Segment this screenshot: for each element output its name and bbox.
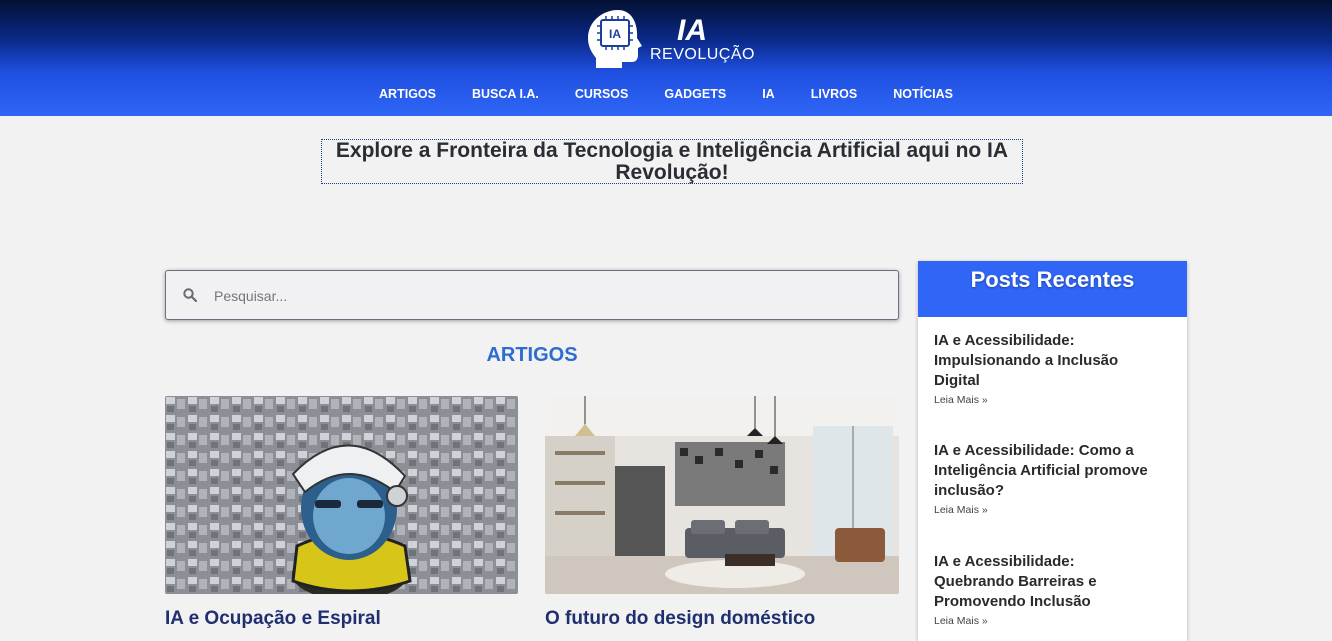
nav-item-noticias[interactable]: NOTÍCIAS (875, 84, 971, 106)
hero-line-2: Revolução! (615, 161, 729, 184)
nav-item-ia[interactable]: IA (744, 84, 793, 106)
nav-item-busca-ia[interactable]: BUSCA I.A. (454, 84, 557, 106)
article-image-living-room[interactable] (545, 396, 899, 594)
recent-post-item: IA e Acessibilidade: Quebrando Barreiras… (934, 552, 1156, 627)
ai-head-icon: IA (588, 10, 642, 68)
hero-heading: Explore a Fronteira da Tecnologia e Inte… (321, 139, 1023, 184)
read-more-link[interactable]: Leia Mais » (934, 504, 1156, 516)
recent-post-item: IA e Acessibilidade: Como a Inteligência… (934, 441, 1156, 516)
brand-name: REVOLUÇÃO (650, 46, 755, 63)
recent-post-title[interactable]: IA e Acessibilidade: Quebrando Barreiras… (934, 552, 1156, 612)
search-box (165, 270, 899, 320)
search-input[interactable] (212, 285, 876, 307)
recent-posts-heading: Posts Recentes (918, 261, 1187, 317)
nav-item-livros[interactable]: LIVROS (793, 84, 876, 106)
read-more-link[interactable]: Leia Mais » (934, 394, 1156, 406)
article-title-1[interactable]: IA e Ocupação e Espiral (165, 608, 518, 630)
read-more-link[interactable]: Leia Mais » (934, 615, 1156, 627)
recent-posts-widget: Posts Recentes IA e Acessibilidade: Impu… (918, 261, 1187, 641)
logo-mark: IA (677, 14, 707, 47)
recent-post-item: IA e Acessibilidade: Impulsionando a Inc… (934, 331, 1156, 406)
section-heading-artigos: ARTIGOS (486, 344, 578, 366)
hero-line-1: Explore a Fronteira da Tecnologia e Inte… (335, 139, 1009, 162)
nav-item-artigos[interactable]: ARTIGOS (361, 84, 454, 106)
nav-item-gadgets[interactable]: GADGETS (646, 84, 744, 106)
search-icon[interactable] (183, 288, 197, 302)
recent-post-title[interactable]: IA e Acessibilidade: Como a Inteligência… (934, 441, 1156, 501)
site-header: IA IA REVOLUÇÃO ARTIGOS BUSCA I.A. CURSO… (0, 0, 1332, 116)
main-nav: ARTIGOS BUSCA I.A. CURSOS GADGETS IA LIV… (0, 84, 1332, 106)
logo-badge: IA (609, 27, 621, 41)
article-title-2[interactable]: O futuro do design doméstico (545, 608, 899, 630)
article-image-robot[interactable] (165, 396, 518, 594)
nav-item-cursos[interactable]: CURSOS (557, 84, 646, 106)
recent-post-title[interactable]: IA e Acessibilidade: Impulsionando a Inc… (934, 331, 1156, 391)
